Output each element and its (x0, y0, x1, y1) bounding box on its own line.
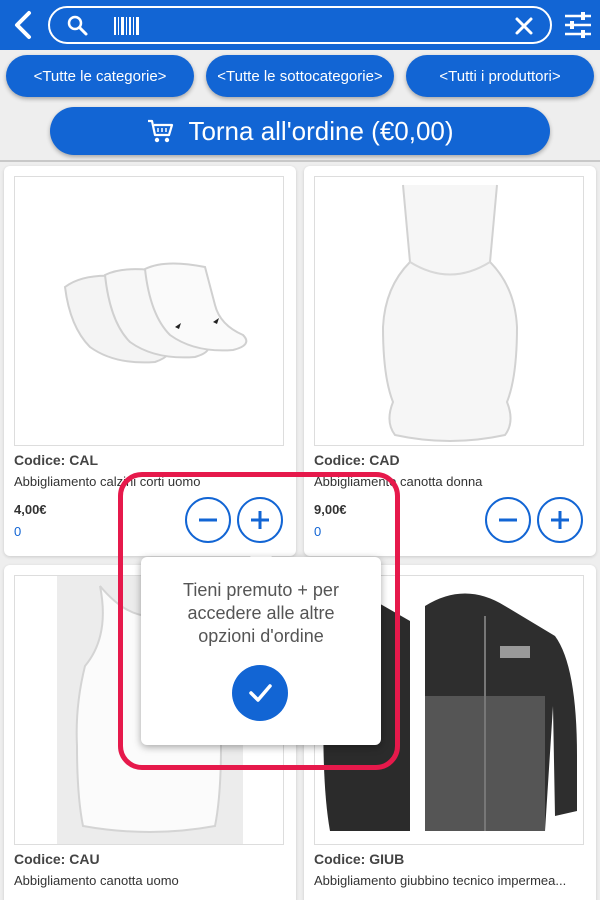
plus-icon (551, 511, 569, 529)
tank-top-women-image (314, 176, 584, 446)
product-code: Codice: CAD (314, 452, 400, 468)
barcode-icon (114, 17, 139, 35)
sliders-icon[interactable] (562, 9, 594, 41)
search-icon (67, 15, 88, 36)
close-icon[interactable] (512, 14, 536, 38)
back-button[interactable] (6, 7, 40, 43)
product-quantity: 0 (314, 524, 322, 539)
order-button-label: Torna all'ordine (€0,00) (188, 115, 454, 146)
subcategory-filter-button[interactable]: <Tutte le sottocategorie> (206, 55, 394, 97)
order-options-tooltip: Tieni premuto + per accedere alle altre … (141, 557, 381, 745)
product-code: Codice: GIUB (314, 851, 405, 867)
product-code: Codice: CAL (14, 452, 98, 468)
product-description: Abbigliamento giubbino tecnico impermea.… (314, 873, 567, 888)
producer-filter-button[interactable]: <Tutti i produttori> (406, 55, 594, 97)
divider (0, 160, 600, 162)
product-description: Abbigliamento calzini corti uomo (14, 474, 201, 489)
product-code: Codice: CAU (14, 851, 100, 867)
search-input[interactable] (110, 12, 490, 40)
product-description: Abbigliamento canotta donna (314, 474, 483, 489)
decrease-quantity-button[interactable] (485, 497, 531, 543)
plus-icon (251, 511, 269, 529)
product-card[interactable]: Codice: CAL Abbigliamento calzini corti … (4, 166, 296, 556)
product-price: 9,00€ (314, 502, 347, 517)
cart-icon (148, 119, 174, 143)
chevron-left-icon (15, 11, 31, 39)
decrease-quantity-button[interactable] (185, 497, 231, 543)
check-icon (249, 684, 272, 702)
product-description: Abbigliamento canotta uomo (14, 873, 179, 888)
product-card[interactable]: Codice: CAD Abbigliamento canotta donna … (304, 166, 596, 556)
back-to-order-button[interactable]: Torna all'ordine (€0,00) (50, 107, 550, 155)
increase-quantity-button[interactable] (237, 497, 283, 543)
product-price: 4,00€ (14, 502, 47, 517)
socks-image (14, 176, 284, 446)
tooltip-text: Tieni premuto + per accedere alle altre … (183, 580, 339, 646)
category-filter-button[interactable]: <Tutte le categorie> (6, 55, 194, 97)
search-box[interactable] (48, 6, 552, 44)
minus-icon (199, 518, 217, 522)
product-quantity: 0 (14, 524, 22, 539)
minus-icon (499, 518, 517, 522)
top-bar (0, 0, 600, 50)
tooltip-confirm-button[interactable] (232, 665, 288, 721)
increase-quantity-button[interactable] (537, 497, 583, 543)
